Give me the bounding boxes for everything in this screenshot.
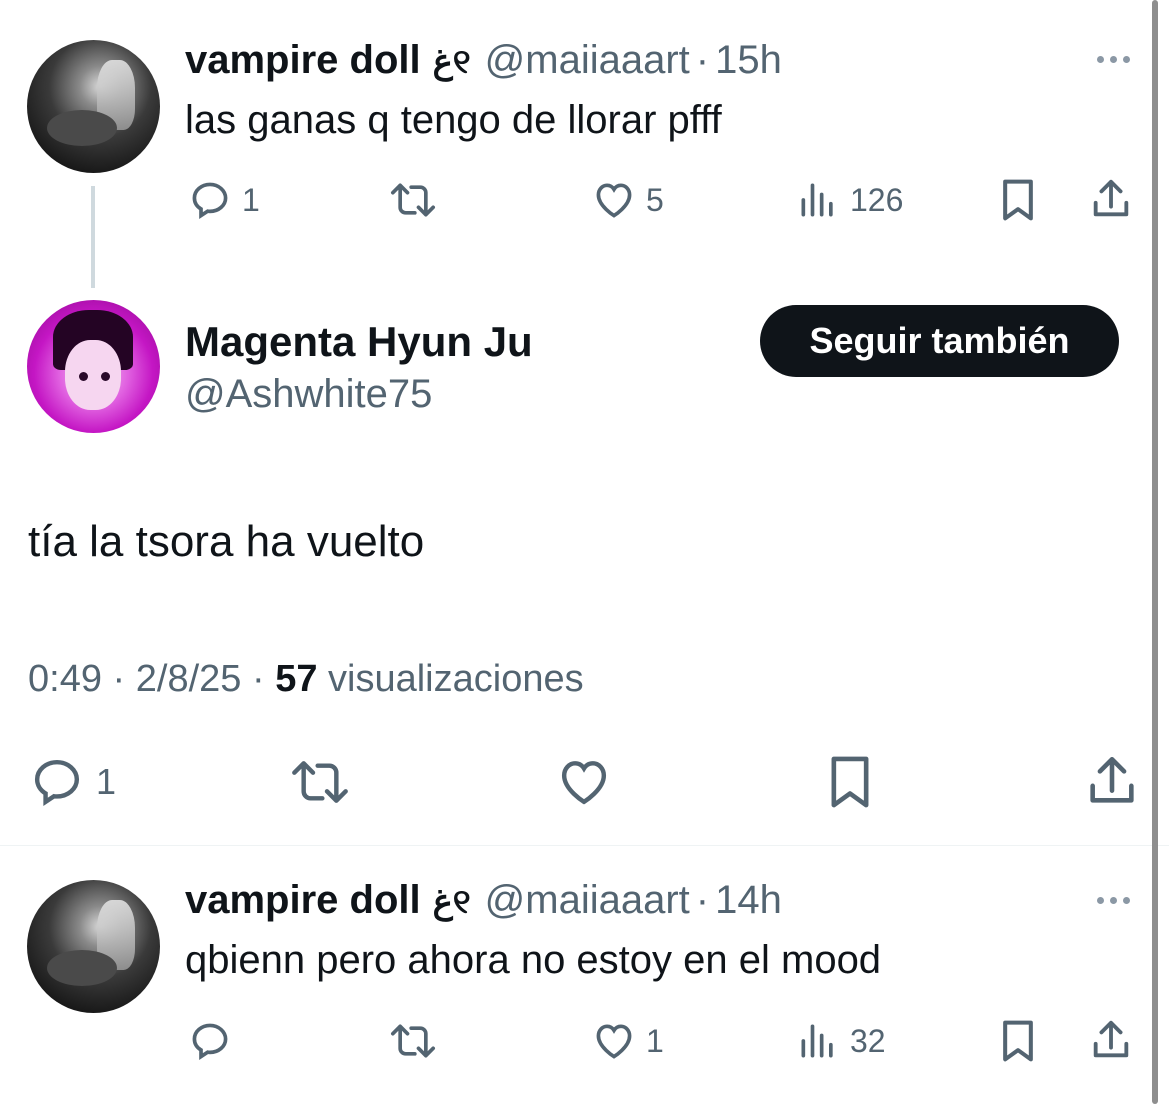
views-icon (801, 1024, 833, 1058)
retweet-icon (391, 183, 435, 217)
bookmark-icon (1003, 1020, 1033, 1062)
reply-button[interactable]: 1 (28, 754, 116, 810)
heart-icon (561, 761, 607, 805)
bookmark-button[interactable] (822, 752, 878, 812)
tweet-time[interactable]: 0:49 (28, 658, 102, 700)
tweet-text: tía la tsora ha vuelto (28, 517, 425, 566)
bookmark-icon (1003, 179, 1033, 221)
reply-icon (192, 182, 228, 220)
heart-icon (596, 1024, 632, 1059)
like-count: 5 (646, 181, 664, 218)
tweet-text: qbienn pero ahora no estoy en el mood (185, 938, 882, 982)
like-count: 1 (646, 1022, 664, 1059)
share-button[interactable] (1088, 176, 1134, 222)
scrollbar[interactable] (1152, 0, 1158, 1104)
like-button[interactable] (554, 754, 614, 810)
tweet-header: vampire doll ﻍ୧ @maiiaaart · 14h (185, 878, 782, 923)
separator-dot: · (695, 878, 710, 922)
share-button[interactable] (1082, 752, 1142, 810)
author-name[interactable]: vampire doll (185, 38, 421, 83)
reply-count: 1 (242, 181, 260, 218)
tweet-time[interactable]: 15h (715, 38, 782, 83)
retweet-icon (292, 761, 348, 803)
author-name-glyph: ﻍ୧ (432, 883, 471, 921)
heart-icon (596, 183, 632, 218)
tweet-text: las ganas q tengo de llorar pfff (185, 98, 722, 142)
author-handle[interactable]: @maiiaaart (485, 38, 690, 83)
views-button[interactable]: 32 (796, 1019, 886, 1063)
bookmark-icon (831, 756, 869, 808)
tweet-header: vampire doll ﻍ୧ @maiiaaart · 15h (185, 38, 782, 83)
avatar-figure (79, 372, 88, 381)
avatar[interactable] (27, 300, 160, 433)
like-button[interactable]: 5 (592, 178, 664, 222)
separator-dot: · (251, 658, 265, 700)
views-icon (801, 183, 833, 217)
avatar-figure (47, 950, 117, 986)
reply-icon (192, 1023, 228, 1061)
bookmark-button[interactable] (996, 176, 1040, 224)
tweet-time[interactable]: 14h (715, 878, 782, 923)
author-name[interactable]: vampire doll (185, 878, 421, 923)
retweet-button[interactable] (388, 178, 438, 222)
share-icon (1093, 1020, 1129, 1058)
follow-button[interactable]: Seguir también (760, 305, 1119, 377)
views-button[interactable]: 126 (796, 178, 903, 222)
views-count[interactable]: 57 (275, 658, 317, 700)
author-name-glyph: ﻍ୧ (432, 43, 471, 81)
views-count: 32 (850, 1022, 886, 1059)
more-icon[interactable] (1097, 56, 1130, 63)
retweet-button[interactable] (388, 1019, 438, 1063)
author-name[interactable]: Magenta Hyun Ju (185, 318, 533, 366)
bookmark-button[interactable] (996, 1017, 1040, 1065)
author-handle[interactable]: @Ashwhite75 (185, 372, 432, 417)
avatar-figure (101, 372, 110, 381)
avatar[interactable] (27, 880, 160, 1013)
tweet-meta: 0:49 · 2/8/25 · 57 visualizaciones (28, 658, 584, 701)
retweet-button[interactable] (287, 754, 353, 810)
share-button[interactable] (1088, 1017, 1134, 1063)
avatar-figure (47, 110, 117, 146)
retweet-icon (391, 1024, 435, 1058)
separator-dot: · (112, 658, 126, 700)
reply-icon (34, 759, 80, 806)
author-handle[interactable]: @maiiaaart (485, 878, 690, 923)
reply-count: 1 (96, 761, 117, 802)
reply-button[interactable] (188, 1019, 242, 1063)
views-count: 126 (850, 181, 904, 218)
share-icon (1090, 756, 1134, 803)
tweet-date[interactable]: 2/8/25 (136, 658, 242, 700)
more-icon[interactable] (1097, 897, 1130, 904)
divider (0, 845, 1169, 846)
avatar-figure (65, 340, 121, 410)
like-button[interactable]: 1 (592, 1019, 664, 1063)
avatar[interactable] (27, 40, 160, 173)
separator-dot: · (695, 38, 710, 82)
reply-button[interactable]: 1 (188, 178, 260, 222)
share-icon (1093, 179, 1129, 217)
views-label: visualizaciones (328, 658, 584, 700)
thread-connector-line (91, 186, 95, 288)
